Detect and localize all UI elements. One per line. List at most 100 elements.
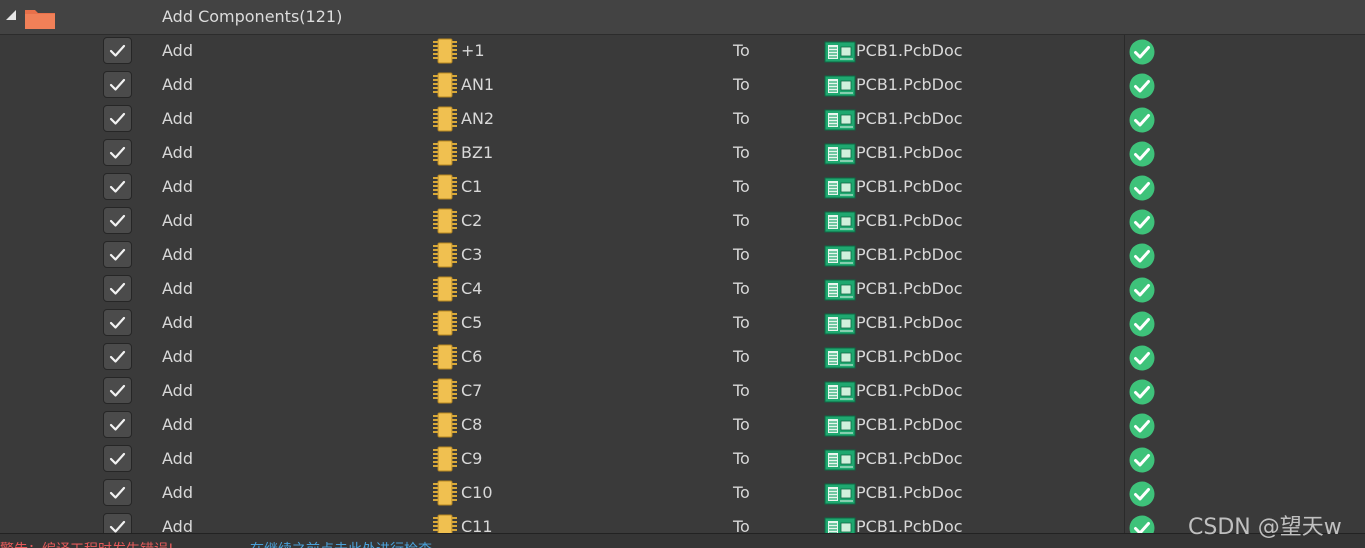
checkmark-icon bbox=[109, 112, 126, 125]
pcb-document-icon bbox=[824, 143, 856, 165]
action-label: Add bbox=[162, 109, 193, 128]
table-row: Add C2 To PCB1.PcbDoc bbox=[0, 205, 1365, 239]
affected-document: PCB1.PcbDoc bbox=[856, 517, 963, 533]
checkmark-icon bbox=[109, 180, 126, 193]
component-designator: C2 bbox=[461, 211, 483, 230]
affected-to-label: To bbox=[733, 41, 750, 60]
pcb-document-icon bbox=[824, 245, 856, 267]
component-chip-icon bbox=[433, 514, 457, 533]
checkmark-icon bbox=[109, 452, 126, 465]
checkmark-icon bbox=[109, 146, 126, 159]
affected-to-label: To bbox=[733, 109, 750, 128]
component-designator: C1 bbox=[461, 177, 483, 196]
component-chip-icon bbox=[433, 174, 457, 200]
checkmark-icon bbox=[109, 282, 126, 295]
checkmark-icon bbox=[109, 350, 126, 363]
checkmark-icon bbox=[109, 384, 126, 397]
component-chip-icon bbox=[433, 242, 457, 268]
affected-document: PCB1.PcbDoc bbox=[856, 245, 963, 264]
enable-checkbox[interactable] bbox=[103, 207, 132, 234]
table-row: Add C4 To PCB1.PcbDoc bbox=[0, 273, 1365, 307]
component-designator: AN1 bbox=[461, 75, 495, 94]
component-chip-icon bbox=[433, 344, 457, 370]
pcb-document-icon bbox=[824, 41, 856, 63]
enable-checkbox[interactable] bbox=[103, 71, 132, 98]
enable-checkbox[interactable] bbox=[103, 479, 132, 506]
enable-checkbox[interactable] bbox=[103, 513, 132, 533]
success-check-icon bbox=[1129, 175, 1155, 201]
success-check-icon bbox=[1129, 209, 1155, 235]
affected-document: PCB1.PcbDoc bbox=[856, 313, 963, 332]
table-row: Add C3 To PCB1.PcbDoc bbox=[0, 239, 1365, 273]
component-designator: AN2 bbox=[461, 109, 495, 128]
affected-document: PCB1.PcbDoc bbox=[856, 143, 963, 162]
enable-checkbox[interactable] bbox=[103, 275, 132, 302]
table-row: Add C11 To PCB1.PcbDoc bbox=[0, 511, 1365, 533]
group-label: Add Components(121) bbox=[162, 7, 343, 26]
enable-checkbox[interactable] bbox=[103, 37, 132, 64]
enable-checkbox[interactable] bbox=[103, 139, 132, 166]
component-designator: BZ1 bbox=[461, 143, 494, 162]
enable-checkbox[interactable] bbox=[103, 105, 132, 132]
enable-checkbox[interactable] bbox=[103, 343, 132, 370]
component-chip-icon bbox=[433, 310, 457, 336]
action-label: Add bbox=[162, 313, 193, 332]
component-designator: C7 bbox=[461, 381, 483, 400]
enable-checkbox[interactable] bbox=[103, 309, 132, 336]
table-row: Add AN1 To PCB1.PcbDoc bbox=[0, 69, 1365, 103]
affected-to-label: To bbox=[733, 347, 750, 366]
checkmark-icon bbox=[109, 486, 126, 499]
pcb-document-icon bbox=[824, 109, 856, 131]
success-check-icon bbox=[1129, 413, 1155, 439]
pcb-document-icon bbox=[824, 177, 856, 199]
table-row: Add +1 To PCB1.PcbDoc bbox=[0, 35, 1365, 69]
component-designator: C9 bbox=[461, 449, 483, 468]
status-bar: 警告：编译工程时发生错误! 在继续之前点击此处进行检查 bbox=[0, 533, 1365, 548]
collapse-triangle-icon[interactable] bbox=[6, 10, 16, 20]
component-chip-icon bbox=[433, 72, 457, 98]
engineering-change-order-list: Add Components(121) Add +1 To PCB1.PcbDo… bbox=[0, 0, 1365, 533]
group-row-add-components[interactable]: Add Components(121) bbox=[0, 0, 1365, 35]
affected-to-label: To bbox=[733, 245, 750, 264]
success-check-icon bbox=[1129, 73, 1155, 99]
enable-checkbox[interactable] bbox=[103, 445, 132, 472]
component-chip-icon bbox=[433, 412, 457, 438]
enable-checkbox[interactable] bbox=[103, 411, 132, 438]
affected-document: PCB1.PcbDoc bbox=[856, 41, 963, 60]
component-chip-icon bbox=[433, 106, 457, 132]
affected-document: PCB1.PcbDoc bbox=[856, 415, 963, 434]
table-row: Add C9 To PCB1.PcbDoc bbox=[0, 443, 1365, 477]
component-designator: C10 bbox=[461, 483, 493, 502]
success-check-icon bbox=[1129, 379, 1155, 405]
component-chip-icon bbox=[433, 38, 457, 64]
affected-to-label: To bbox=[733, 75, 750, 94]
affected-to-label: To bbox=[733, 211, 750, 230]
folder-icon bbox=[25, 10, 55, 29]
affected-document: PCB1.PcbDoc bbox=[856, 211, 963, 230]
action-label: Add bbox=[162, 177, 193, 196]
component-chip-icon bbox=[433, 208, 457, 234]
action-label: Add bbox=[162, 483, 193, 502]
affected-to-label: To bbox=[733, 449, 750, 468]
table-row: Add AN2 To PCB1.PcbDoc bbox=[0, 103, 1365, 137]
checkmark-icon bbox=[109, 248, 126, 261]
enable-checkbox[interactable] bbox=[103, 173, 132, 200]
enable-checkbox[interactable] bbox=[103, 241, 132, 268]
pcb-document-icon bbox=[824, 279, 856, 301]
affected-to-label: To bbox=[733, 177, 750, 196]
checkmark-icon bbox=[109, 520, 126, 533]
affected-document: PCB1.PcbDoc bbox=[856, 75, 963, 94]
affected-to-label: To bbox=[733, 279, 750, 298]
component-chip-icon bbox=[433, 480, 457, 506]
component-designator: C8 bbox=[461, 415, 483, 434]
pcb-document-icon bbox=[824, 75, 856, 97]
component-designator: C11 bbox=[461, 517, 493, 533]
action-label: Add bbox=[162, 347, 193, 366]
component-designator: +1 bbox=[461, 41, 485, 60]
enable-checkbox[interactable] bbox=[103, 377, 132, 404]
affected-to-label: To bbox=[733, 143, 750, 162]
affected-to-label: To bbox=[733, 483, 750, 502]
success-check-icon bbox=[1129, 481, 1155, 507]
component-designator: C6 bbox=[461, 347, 483, 366]
checkmark-icon bbox=[109, 316, 126, 329]
